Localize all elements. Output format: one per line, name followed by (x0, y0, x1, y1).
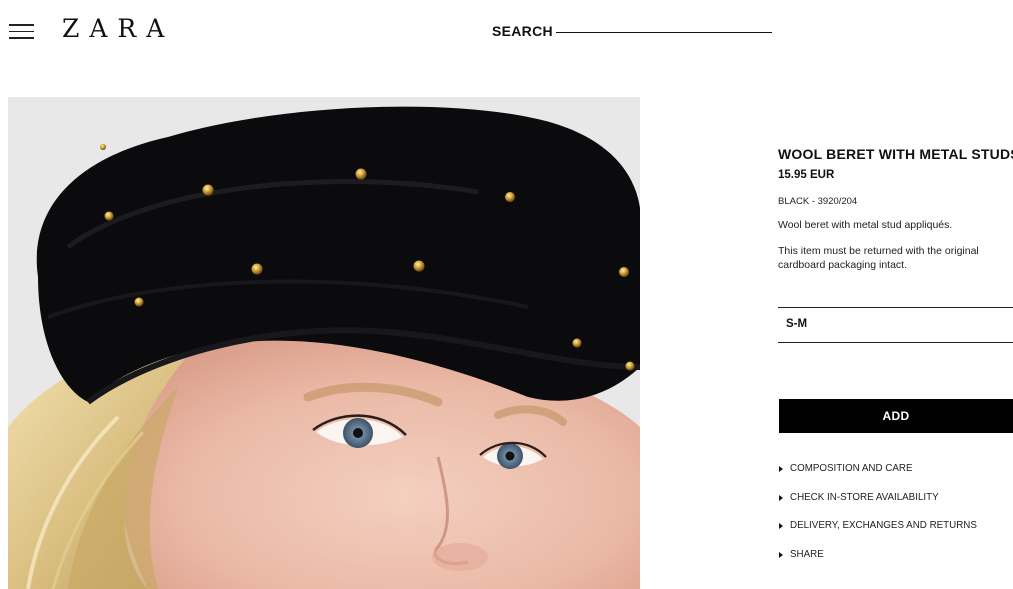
info-link-availability[interactable]: CHECK IN-STORE AVAILABILITY (779, 492, 977, 521)
search-label[interactable]: SEARCH (492, 23, 553, 39)
product-photo-icon (8, 97, 640, 589)
info-link-label: DELIVERY, EXCHANGES AND RETURNS (790, 520, 977, 531)
product-price: 15.95 EUR (778, 169, 835, 181)
product-page: ZARA SEARCH WOOL BERET WITH METAL STUDS … (0, 0, 1013, 589)
product-description: Wool beret with metal stud appliqués. (778, 219, 953, 231)
info-link-label: CHECK IN-STORE AVAILABILITY (790, 491, 939, 503)
caret-right-icon (779, 466, 783, 472)
product-details: WOOL BERET WITH METAL STUDS 15.95 EUR BL… (778, 146, 1013, 272)
size-select-value: S-M (786, 318, 808, 330)
product-title: WOOL BERET WITH METAL STUDS (778, 146, 1013, 162)
info-links: COMPOSITION AND CARE CHECK IN-STORE AVAI… (779, 463, 977, 577)
caret-right-icon (779, 494, 783, 501)
product-image[interactable] (8, 97, 640, 589)
add-button[interactable]: ADD (779, 399, 1013, 433)
caret-right-icon (779, 523, 783, 529)
info-link-composition[interactable]: COMPOSITION AND CARE (779, 463, 977, 492)
info-link-label: SHARE (790, 548, 824, 560)
menu-icon[interactable] (9, 24, 34, 40)
return-note: This item must be returned with the orig… (778, 245, 979, 271)
product-color-reference: BLACK - 3920/204 (778, 196, 858, 207)
zara-logo[interactable]: ZARA (62, 14, 174, 43)
info-link-share[interactable]: SHARE (779, 549, 977, 578)
caret-right-icon (779, 551, 783, 558)
search-input[interactable] (556, 32, 772, 33)
info-link-label: COMPOSITION AND CARE (790, 463, 913, 474)
info-link-delivery[interactable]: DELIVERY, EXCHANGES AND RETURNS (779, 520, 977, 549)
size-select[interactable]: S-M (778, 307, 1013, 343)
